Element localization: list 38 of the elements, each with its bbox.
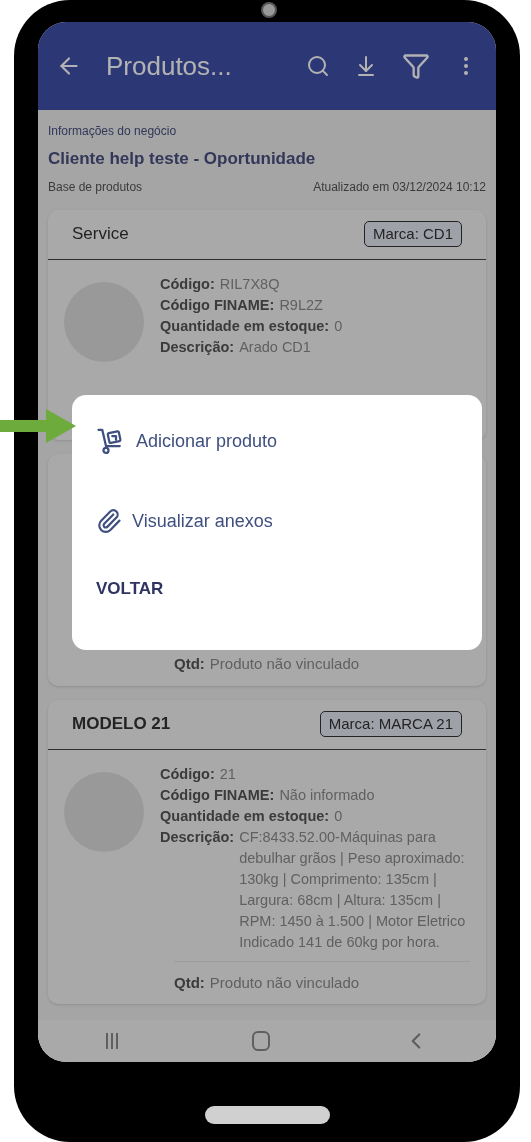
filter-icon[interactable] <box>402 52 430 80</box>
field-value: 21 <box>219 764 236 784</box>
field-label: Código FINAME: <box>160 295 275 315</box>
dialog-option[interactable]: Adicionar produto <box>96 409 458 473</box>
field-value: RIL7X8Q <box>219 274 280 294</box>
field-value: Arado CD1 <box>239 337 311 357</box>
field-label: Código: <box>160 274 215 294</box>
field-value: 0 <box>334 316 343 336</box>
camera-icon <box>261 2 277 18</box>
field-label: Código: <box>160 764 215 784</box>
field-label: Descrição: <box>160 337 235 357</box>
product-name: MODELO 21 <box>72 713 171 736</box>
field-value: Produto não vinculado <box>209 654 360 674</box>
section-label: Informações do negócio <box>48 123 178 140</box>
base-label: Base de produtos <box>48 178 143 196</box>
field-label: Quantidade em estoque: <box>160 806 330 826</box>
recent-apps-icon[interactable] <box>104 1032 119 1050</box>
dialog-option[interactable]: Visualizar anexos <box>96 489 458 553</box>
field-label: Código FINAME: <box>160 785 275 805</box>
field-value: CF:8433.52.00-Máquinas para debulhar grãos | Peso aproximado: 130kg | Comprimento: 135cm | Largura: 68cm | Altura: 135cm | RPM: 1450 à 1.500 | Motor Eletrico Indicado 141 de 60kg por hora. <box>239 827 467 952</box>
app-bar-title: Produtos... <box>106 49 233 83</box>
product-name: Service <box>72 223 129 246</box>
search-icon[interactable] <box>306 54 330 78</box>
field-value: R9L2Z <box>279 295 323 315</box>
updated-text: Atualizado em 03/12/2024 10:12 <box>313 178 486 196</box>
field-label: Qtd: <box>174 654 205 674</box>
home-icon[interactable] <box>252 1031 270 1051</box>
brand-tag: Marca: CD1 <box>363 220 462 248</box>
field-label: Quantidade em estoque: <box>160 316 330 336</box>
field-value: Não informado <box>279 785 375 805</box>
field-label: Qtd: <box>174 972 205 993</box>
paperclip-icon <box>96 508 122 534</box>
field-value: 0 <box>334 806 343 826</box>
business-title: Cliente help teste - Oportunidade <box>48 148 317 170</box>
field-label: Descrição: <box>160 827 235 847</box>
back-button[interactable]: VOLTAR <box>96 569 164 609</box>
field-value: Produto não vinculado <box>209 972 360 993</box>
brand-tag: Marca: MARCA 21 <box>319 710 462 738</box>
